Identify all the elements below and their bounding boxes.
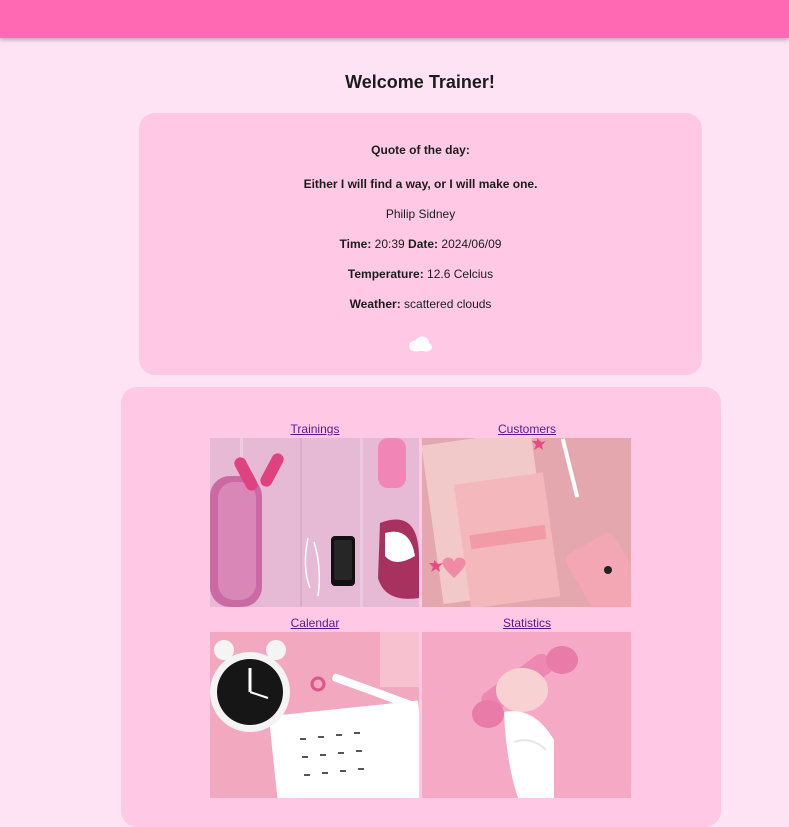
customers-link[interactable]: Customers xyxy=(422,422,632,436)
calendar-link[interactable]: Calendar xyxy=(210,616,420,630)
statistics-link[interactable]: Statistics xyxy=(422,616,632,630)
quote-text: Either I will find a way, or I will make… xyxy=(303,177,538,191)
quote-heading: Quote of the day: xyxy=(371,143,470,157)
statistics-image[interactable] xyxy=(422,632,631,798)
navigation-grid-card: Trainings Customers Calendar Statistics xyxy=(121,387,721,827)
temperature-row: Temperature: 12.6 Celcius xyxy=(139,267,702,281)
weather-value: scattered clouds xyxy=(404,297,492,311)
calendar-image[interactable] xyxy=(210,632,419,798)
quote-card: Quote of the day: Either I will find a w… xyxy=(139,113,702,375)
page-title: Welcome Trainer! xyxy=(345,72,495,92)
trainings-image[interactable] xyxy=(210,438,419,607)
trainings-link[interactable]: Trainings xyxy=(210,422,420,436)
date-label: Date: xyxy=(408,237,439,251)
quote-author: Philip Sidney xyxy=(385,207,456,221)
time-label: Time: xyxy=(339,237,372,251)
weather-label: Weather: xyxy=(349,297,401,311)
temperature-value: 12.6 Celcius xyxy=(427,267,494,281)
time-value: 20:39 xyxy=(374,237,405,251)
weather-row: Weather: scattered clouds xyxy=(139,297,702,311)
date-value: 2024/06/09 xyxy=(441,237,502,251)
cloud-icon xyxy=(407,335,433,356)
time-date-row: Time: 20:39 Date: 2024/06/09 xyxy=(139,237,702,251)
top-header-bar xyxy=(0,0,789,38)
customers-image[interactable] xyxy=(422,438,631,607)
temperature-label: Temperature: xyxy=(347,267,424,281)
